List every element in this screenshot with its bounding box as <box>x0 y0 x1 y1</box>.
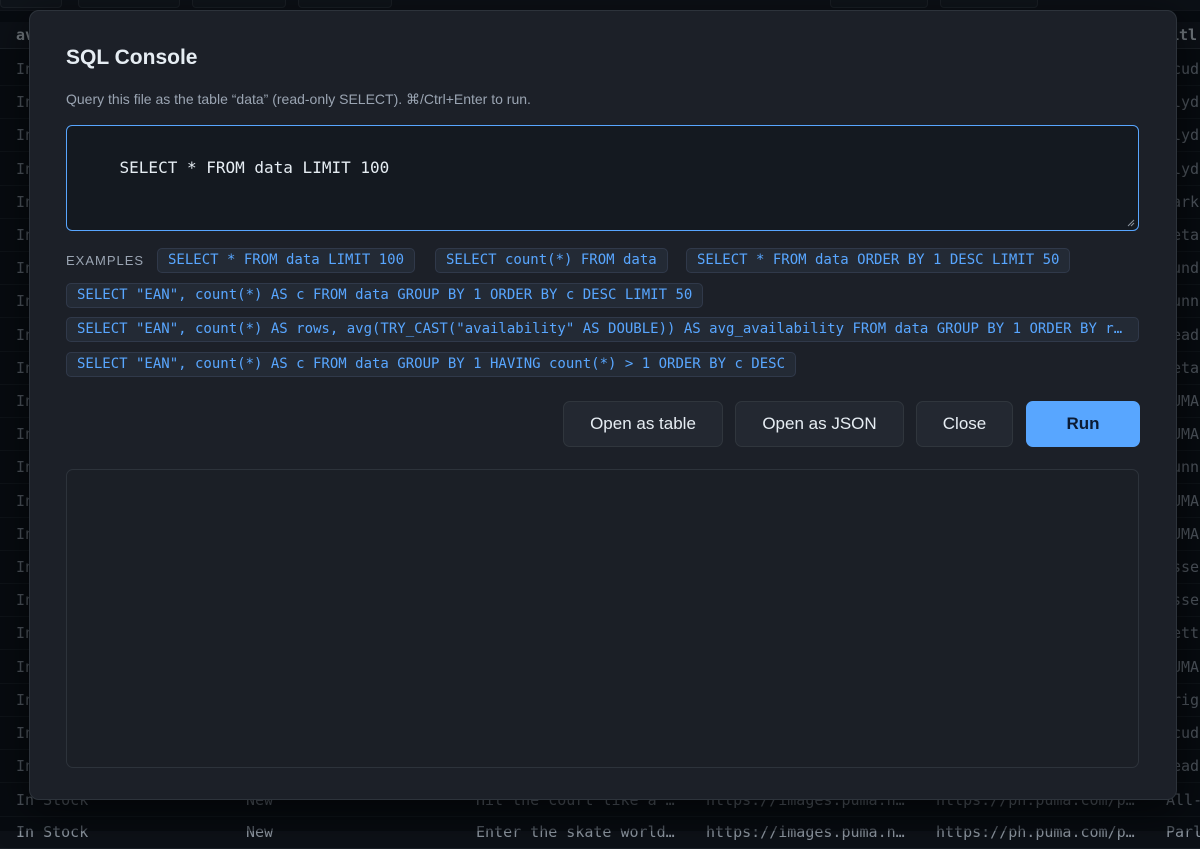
example-query-chip[interactable]: SELECT * FROM data LIMIT 100 <box>157 248 416 273</box>
sql-query-editor[interactable]: SELECT * FROM data LIMIT 100 <box>66 125 1139 231</box>
example-query-chip[interactable]: SELECT * FROM data ORDER BY 1 DESC LIMIT… <box>686 248 1071 273</box>
open-as-json-button[interactable]: Open as JSON <box>735 401 904 447</box>
dialog-subtitle: Query this file as the table “data” (rea… <box>66 91 531 107</box>
sql-query-text: SELECT * FROM data LIMIT 100 <box>119 158 390 177</box>
run-button[interactable]: Run <box>1026 401 1140 447</box>
example-query-chip[interactable]: SELECT "EAN", count(*) AS c FROM data GR… <box>66 352 797 377</box>
example-query-chip[interactable]: SELECT "EAN", count(*) AS c FROM data GR… <box>66 283 704 308</box>
close-button[interactable]: Close <box>916 401 1013 447</box>
example-query-chip[interactable]: SELECT count(*) FROM data <box>435 248 668 273</box>
example-query-chip[interactable]: SELECT "EAN", count(*) AS rows, avg(TRY_… <box>66 317 1139 342</box>
dialog-title: SQL Console <box>66 46 198 69</box>
examples-label: EXAMPLES <box>66 253 145 268</box>
open-as-table-button[interactable]: Open as table <box>563 401 723 447</box>
query-results-panel <box>66 469 1139 768</box>
sql-console-dialog: SQL Console Query this file as the table… <box>29 10 1177 800</box>
resize-handle-icon[interactable] <box>1127 219 1135 227</box>
